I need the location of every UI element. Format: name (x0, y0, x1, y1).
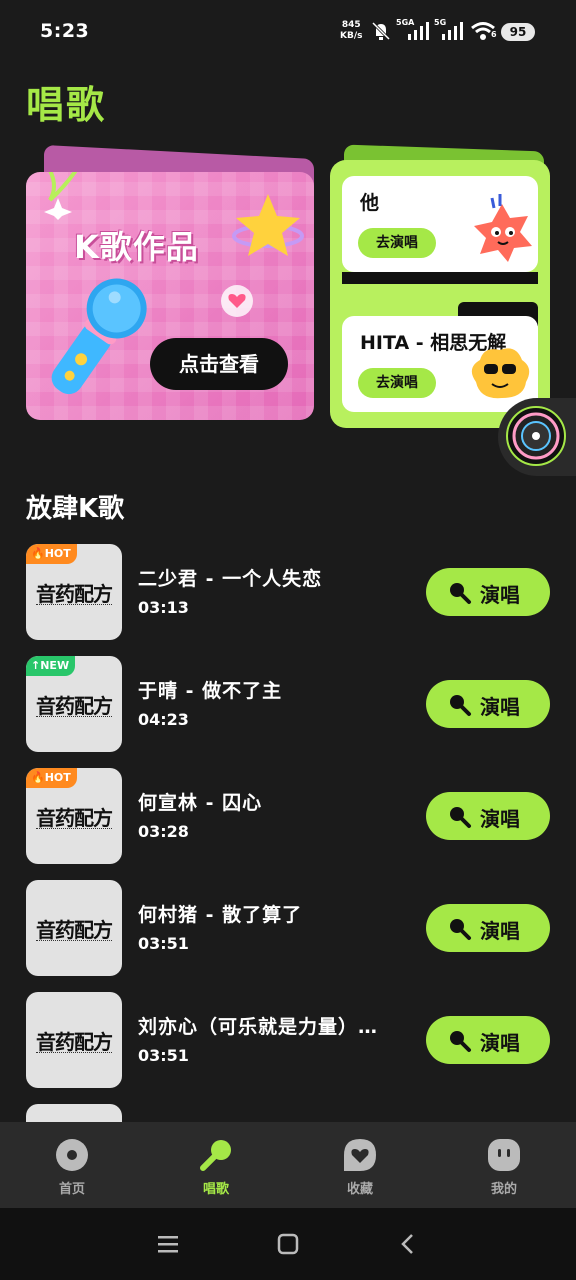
menu-icon[interactable] (156, 1232, 180, 1256)
song-title: 于晴 - 做不了主 (138, 680, 283, 702)
microphone-icon (450, 695, 471, 716)
star-character-icon (474, 194, 532, 262)
song-duration: 03:13 (138, 598, 189, 617)
microphone-icon (450, 583, 471, 604)
sparkle-icon (44, 172, 78, 220)
song-cover (26, 1104, 122, 1122)
song-duration: 03:51 (138, 934, 189, 953)
battery-indicator: 95 (501, 23, 535, 41)
system-nav-bar (0, 1208, 576, 1280)
microphone-icon (450, 807, 471, 828)
network-rate: 845 KB/s (340, 20, 363, 41)
song-cover: 音药配方 🔥HOT (26, 768, 122, 864)
recommend-song-title: 他 (360, 192, 380, 214)
sing-button[interactable]: 演唱 (426, 1016, 550, 1064)
song-row[interactable]: 音药配方 🔥HOT 何宣林 - 囚心 03:28 演唱 (26, 768, 556, 864)
cloud-character-icon (471, 348, 530, 399)
music-disc-button[interactable] (498, 398, 576, 476)
promo-card[interactable]: K歌作品 点击查看 (26, 172, 314, 420)
bottom-nav: 首页 唱歌 收藏 我的 (0, 1122, 576, 1208)
section-title: 放肆K歌 (26, 494, 125, 524)
heart-bubble-icon (344, 1139, 376, 1171)
mute-icon (371, 21, 391, 41)
song-title: 何宣林 - 囚心 (138, 792, 263, 814)
song-duration: 03:28 (138, 822, 189, 841)
vinyl-disc-icon (512, 412, 560, 460)
microphone-icon (450, 919, 471, 940)
divider (342, 272, 538, 284)
nav-item-favorites[interactable]: 收藏 (320, 1138, 400, 1197)
status-time: 5:23 (40, 20, 90, 42)
song-cover: 音药配方 🔥HOT (26, 544, 122, 640)
sing-button[interactable]: 演唱 (426, 680, 550, 728)
view-works-button[interactable]: 点击查看 (150, 338, 288, 390)
song-title: 刘亦心（可乐就是力量）… (138, 1016, 379, 1038)
song-cover: 音药配方 ↑NEW (26, 656, 122, 752)
microphone-icon (450, 1031, 471, 1052)
go-sing-button[interactable]: 去演唱 (358, 228, 436, 258)
face-icon (488, 1139, 520, 1171)
song-title: 何村猪 - 散了算了 (138, 904, 303, 926)
nav-item-sing[interactable]: 唱歌 (176, 1138, 256, 1197)
page-title: 唱歌 (26, 83, 107, 127)
song-row[interactable]: 音药配方 何村猪 - 散了算了 03:51 演唱 (26, 880, 556, 976)
song-cover: 音药配方 (26, 992, 122, 1088)
song-row-partial (26, 1104, 556, 1122)
wifi-label: 6 (491, 30, 497, 39)
hot-badge: 🔥HOT (26, 544, 77, 564)
microphone-icon (200, 1140, 231, 1171)
nav-item-mine[interactable]: 我的 (464, 1138, 544, 1197)
promo-title: K歌作品 (74, 228, 199, 266)
heart-bubble-icon (221, 285, 253, 317)
signal-icon (442, 22, 463, 40)
sing-button[interactable]: 演唱 (426, 904, 550, 952)
star-icon (232, 194, 304, 256)
sing-button[interactable]: 演唱 (426, 792, 550, 840)
disc-icon (56, 1139, 88, 1171)
sing-button[interactable]: 演唱 (426, 568, 550, 616)
song-row[interactable]: 音药配方 🔥HOT 二少君 - 一个人失恋 03:13 演唱 (26, 544, 556, 640)
recommend-item[interactable]: 他 去演唱 (342, 176, 538, 272)
song-duration: 04:23 (138, 710, 189, 729)
song-row[interactable]: 音药配方 刘亦心（可乐就是力量）… 03:51 演唱 (26, 992, 556, 1088)
microphone-icon (51, 278, 147, 395)
hot-badge: 🔥HOT (26, 768, 77, 788)
recommend-card: 他 去演唱 HITA - 相思无解 去演唱 (330, 160, 550, 428)
go-sing-button[interactable]: 去演唱 (358, 368, 436, 398)
song-duration: 03:51 (138, 1046, 189, 1065)
home-square-icon[interactable] (276, 1232, 300, 1256)
nav-item-home[interactable]: 首页 (32, 1138, 112, 1197)
song-cover: 音药配方 (26, 880, 122, 976)
song-row[interactable]: 音药配方 ↑NEW 于晴 - 做不了主 04:23 演唱 (26, 656, 556, 752)
recommend-item[interactable]: HITA - 相思无解 去演唱 (342, 316, 538, 412)
status-bar: 5:23 845 KB/s 5GA 5G 6 95 (0, 0, 576, 64)
signal-icon (408, 22, 429, 40)
new-badge: ↑NEW (26, 656, 76, 676)
back-icon[interactable] (396, 1232, 420, 1256)
song-title: 二少君 - 一个人失恋 (138, 568, 323, 590)
